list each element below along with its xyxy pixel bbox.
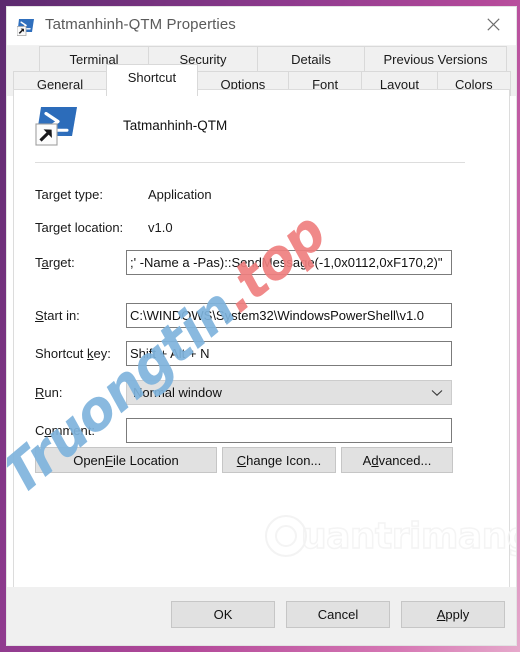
change-icon-post: hange Icon... (246, 452, 322, 468)
command-bar: OK Cancel Apply (7, 587, 516, 645)
ok-button-label: OK (213, 607, 233, 622)
shortcut-action-buttons: Open File Location Change Icon... Ad vanc… (35, 447, 453, 473)
advanced-pre: A (362, 452, 372, 468)
shortcut-key-label-pre: Shortcut (35, 346, 88, 361)
comment-label: Comment: (35, 423, 95, 438)
target-location-value: v1.0 (148, 220, 173, 235)
advanced-post: vanced... (378, 452, 432, 468)
apply-accel: A (436, 607, 446, 622)
target-label-accel: a (41, 255, 49, 270)
tab-details[interactable]: Details (257, 46, 365, 71)
open-file-location-pre: Open (73, 452, 106, 468)
shortcut-tab-panel: Tatmanhinh-QTM Target type: Application … (13, 89, 510, 589)
target-input[interactable]: ;' -Name a -Pas)::SendMessage(-1,0x0112,… (126, 250, 452, 275)
shortcut-key-input[interactable]: Shift + Alt + N (126, 341, 452, 366)
tab-previous-versions[interactable]: Previous Versions (364, 46, 507, 71)
advanced-accel: d (371, 452, 379, 468)
target-type-value: Application (148, 187, 212, 202)
start-in-label-accel: S (35, 308, 44, 323)
run-label: Run: (35, 385, 62, 400)
tab-details-label: Details (291, 51, 331, 67)
target-label: Target: (35, 255, 75, 270)
window-title: Tatmanhinh-QTM Properties (45, 16, 236, 33)
title-bar: Tatmanhinh-QTM Properties (7, 7, 516, 46)
app-name-label: Tatmanhinh-QTM (123, 117, 228, 133)
tab-row-upper: Terminal Security Details Previous Versi… (13, 46, 510, 71)
run-label-accel: R (35, 385, 45, 400)
apply-button[interactable]: Apply (401, 601, 505, 628)
shortcut-key-label: Shortcut key: (35, 346, 111, 361)
command-bar-buttons: OK Cancel Apply (171, 601, 505, 628)
powershell-shortcut-icon-large (35, 102, 81, 148)
start-in-label: Start in: (35, 308, 80, 323)
open-file-location-accel: F (105, 452, 113, 468)
start-in-label-post: tart in: (43, 308, 80, 323)
app-header: Tatmanhinh-QTM (35, 102, 227, 148)
comment-label-accel: o (44, 423, 52, 438)
open-file-location-post: ile Location (112, 452, 179, 468)
close-icon[interactable] (471, 7, 516, 41)
shortcut-key-label-post: ey: (93, 346, 111, 361)
comment-input[interactable] (126, 418, 452, 443)
change-icon-button[interactable]: Change Icon... (222, 447, 336, 473)
target-label-post: rget: (48, 255, 75, 270)
tab-shortcut-label: Shortcut (127, 70, 177, 85)
header-divider (35, 162, 465, 163)
run-dropdown-value: Normal window (133, 385, 222, 400)
comment-label-post: mment: (51, 423, 95, 438)
comment-label-pre: C (35, 423, 45, 438)
open-file-location-button[interactable]: Open File Location (35, 447, 217, 473)
tab-shortcut[interactable]: Shortcut (105, 64, 198, 96)
ok-button[interactable]: OK (171, 601, 275, 628)
cancel-button-label: Cancel (317, 607, 359, 622)
target-type-label: Target type: (35, 187, 103, 202)
apply-post: pply (445, 607, 470, 622)
advanced-button[interactable]: Ad vanced... (341, 447, 453, 473)
tab-previous-versions-label: Previous Versions (383, 51, 488, 67)
run-dropdown[interactable]: Normal window (126, 380, 452, 405)
cancel-button[interactable]: Cancel (286, 601, 390, 628)
run-label-post: un: (44, 385, 63, 400)
start-in-input[interactable]: C:\WINDOWS\System32\WindowsPowerShell\v1… (126, 303, 452, 328)
target-location-label: Target location: (35, 220, 124, 235)
powershell-shortcut-icon (16, 17, 36, 36)
change-icon-accel: C (236, 452, 247, 468)
properties-dialog: Tatmanhinh-QTM Properties Terminal Secur… (6, 6, 517, 646)
chevron-down-icon (431, 381, 443, 404)
